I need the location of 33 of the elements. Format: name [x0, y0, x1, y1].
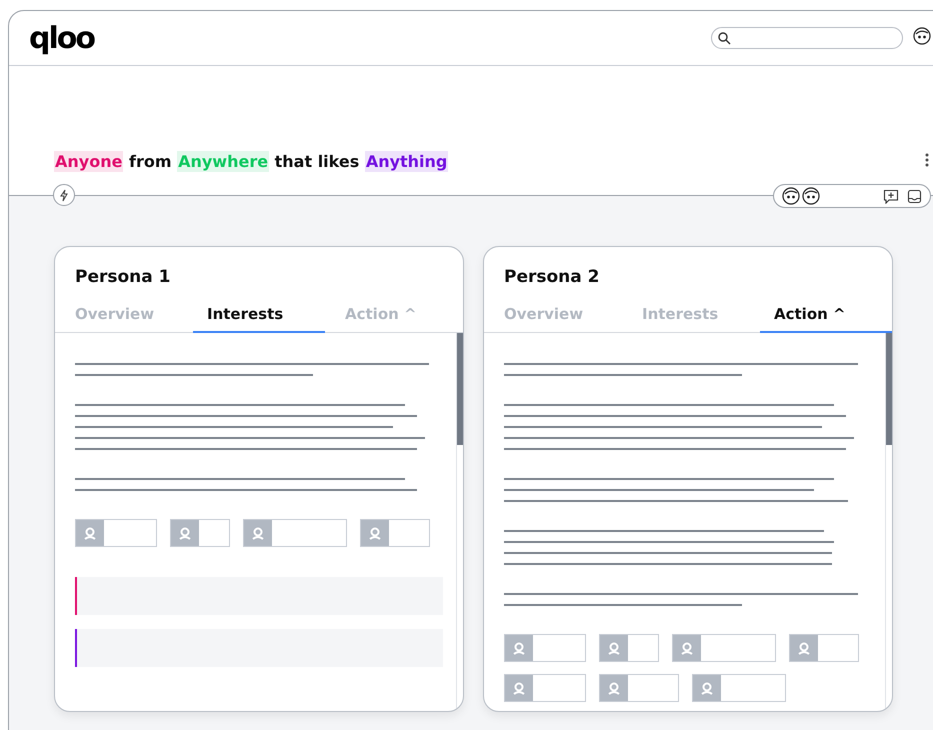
- tag-chip[interactable]: [599, 674, 679, 702]
- card-title: Persona 2: [504, 267, 600, 287]
- tag-chip[interactable]: [360, 518, 430, 546]
- search-icon: [718, 32, 731, 44]
- tag-chip[interactable]: [672, 634, 776, 662]
- tab[interactable]: Overview: [484, 305, 622, 333]
- inbox-icon[interactable]: [907, 188, 922, 204]
- tab[interactable]: Interests: [193, 305, 325, 333]
- tab[interactable]: Interests: [622, 305, 760, 333]
- avatar-icon[interactable]: [913, 27, 931, 45]
- face-icon[interactable]: [802, 187, 820, 205]
- add-comment-icon[interactable]: [883, 188, 899, 204]
- scrollbar[interactable]: [457, 332, 463, 444]
- search-field[interactable]: [711, 27, 903, 49]
- tag-chip[interactable]: [243, 518, 347, 546]
- tab[interactable]: Action ^: [760, 305, 892, 333]
- tag-chip[interactable]: [692, 674, 786, 702]
- tag-chip[interactable]: [504, 674, 586, 702]
- scrollbar[interactable]: [886, 332, 892, 444]
- tab[interactable]: Overview: [55, 305, 193, 333]
- tag-chip[interactable]: [789, 634, 859, 662]
- tag-chip[interactable]: [170, 518, 230, 546]
- lightning-button[interactable]: [53, 184, 75, 206]
- tag-chip[interactable]: [504, 634, 586, 662]
- lightning-icon: [59, 188, 69, 202]
- card-title: Persona 1: [75, 267, 172, 287]
- tab[interactable]: Action ^: [325, 305, 463, 333]
- logo[interactable]: qloo: [29, 20, 94, 56]
- more-icon[interactable]: [925, 153, 929, 167]
- face-icon[interactable]: [782, 187, 800, 205]
- tag-chip[interactable]: [75, 518, 157, 546]
- tag-chip[interactable]: [599, 634, 659, 662]
- headline: Anyone from Anywhere that likes Anything: [54, 152, 448, 171]
